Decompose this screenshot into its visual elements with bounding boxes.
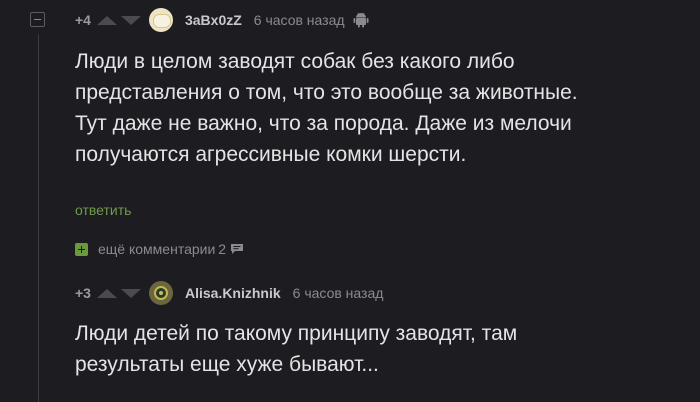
expand-plus-icon[interactable] [75, 242, 88, 256]
comment-time[interactable]: 6 часов назад [254, 12, 345, 28]
comment-text-line: Тут даже не важно, что за порода. Даже и… [75, 112, 572, 135]
comment-rating: +4 [75, 12, 91, 28]
downvote-icon[interactable] [120, 288, 141, 298]
comment-text-line: получаются агрессивные комки шерсти. [75, 143, 467, 166]
chat-icon [231, 244, 244, 254]
more-comments-label[interactable]: ещё комментарии [98, 241, 215, 257]
comment-text-line: Люди детей по такому принципу заводят, т… [75, 322, 518, 345]
comment-text-line: представления о том, что это вообще за ж… [75, 81, 578, 104]
comment-2-text: Люди детей по такому принципу заводят, т… [75, 318, 517, 380]
collapse-thread-button[interactable] [30, 12, 45, 27]
downvote-icon[interactable] [120, 15, 141, 25]
reply-link[interactable]: ответить [75, 202, 131, 218]
username[interactable]: Alisa.Knizhnik [185, 285, 281, 301]
upvote-icon[interactable] [96, 288, 117, 298]
comment-text-line: Люди в целом заводят собак без какого ли… [75, 50, 515, 73]
avatar[interactable] [148, 8, 173, 32]
avatar[interactable] [148, 281, 173, 305]
upvote-icon[interactable] [96, 15, 117, 25]
more-comments-count[interactable]: 2 [218, 241, 226, 257]
comment-1-text: Люди в целом заводят собак без какого ли… [75, 46, 578, 170]
username[interactable]: 3aBx0zZ [185, 12, 242, 28]
comment-rating: +3 [75, 285, 91, 301]
thread-line [38, 34, 39, 402]
comment-text-line: результаты еще хуже бывают... [75, 353, 379, 376]
comment-2-header: +3 Alisa.Knizhnik 6 часов назад [75, 280, 383, 306]
comment-time[interactable]: 6 часов назад [293, 285, 384, 301]
android-icon [353, 12, 369, 28]
more-comments-link[interactable]: ещё комментарии 2 [75, 241, 244, 257]
comment-1-header: +4 3aBx0zZ 6 часов назад [75, 7, 369, 33]
